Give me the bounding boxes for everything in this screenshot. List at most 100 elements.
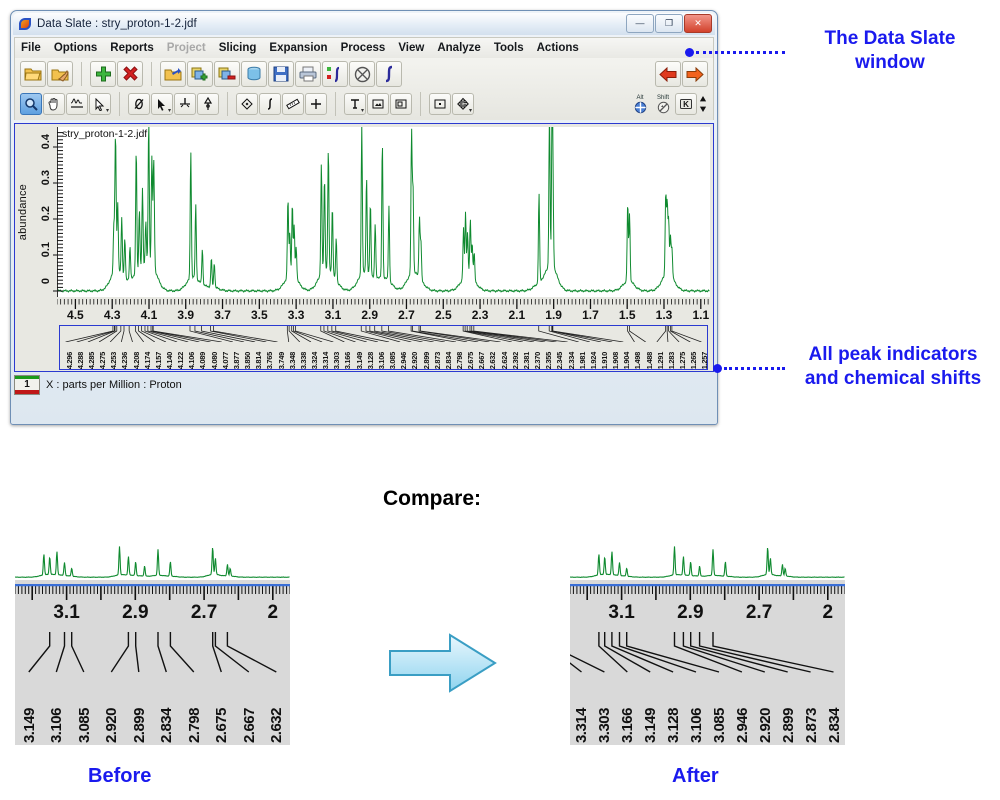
data-ops-group [158, 61, 404, 87]
delete-red-x-icon[interactable] [117, 61, 143, 87]
remove-layer-icon[interactable] [214, 61, 240, 87]
chemical-shift-label: 1.291 [655, 351, 665, 369]
peak-leader-lines [65, 326, 702, 343]
chemical-shift-label: 2.370 [533, 351, 543, 369]
menu-item-view[interactable]: View [398, 42, 424, 54]
menu-item-slicing[interactable]: Slicing [219, 42, 257, 54]
page-indicator[interactable]: 1 [14, 375, 40, 395]
chemical-shift-label: 4.208 [131, 351, 141, 369]
x-tick-label: 1.5 [618, 308, 636, 322]
chevron-down-icon: ▾ [105, 108, 109, 114]
chemical-shift-label: 4.157 [153, 351, 163, 369]
alt-modifier-icon[interactable]: Alt [629, 93, 651, 115]
select-arrow-icon[interactable]: ▾ [89, 93, 111, 115]
menu-item-process[interactable]: Process [341, 42, 386, 54]
open-folder-icon[interactable] [20, 61, 46, 87]
integral-icon[interactable] [376, 61, 402, 87]
navigation-group [653, 61, 710, 87]
zoom-magnifier-icon[interactable] [20, 93, 42, 115]
menu-item-expansion[interactable]: Expansion [269, 42, 327, 54]
menu-item-options[interactable]: Options [54, 42, 97, 54]
y-axis-tick-labels: 0 0.1 0.2 0.3 0.4 [32, 128, 52, 296]
x-tick-label: 4.1 [140, 308, 158, 322]
minimize-button[interactable]: — [626, 14, 654, 33]
add-layer-icon[interactable] [187, 61, 213, 87]
peaks-callout-line1: All peak indicators [808, 344, 978, 365]
toolbar-separator [420, 92, 421, 116]
after-ruler-label: 2 [822, 602, 834, 623]
phase-null-icon[interactable] [128, 93, 150, 115]
chemical-shift-label: 2.334 [566, 351, 576, 369]
chemical-shift-label: 4.296 [64, 351, 74, 369]
x-tick-label: 4.3 [103, 308, 121, 322]
back-arrow-icon[interactable] [655, 61, 681, 87]
before-shift-label: 2.899 [130, 707, 148, 743]
after-shift-label: 3.106 [688, 707, 706, 743]
menu-item-file[interactable]: File [21, 42, 41, 54]
peak-indicator-box[interactable]: 4.296 4.288 4.285 4.275 4.253 4.236 4.208 4.174… [59, 325, 708, 370]
menu-item-actions[interactable]: Actions [537, 42, 579, 54]
x-tick-label: 2.7 [398, 308, 415, 322]
move-handles-icon[interactable]: ▾ [452, 93, 474, 115]
save-floppy-icon[interactable] [268, 61, 294, 87]
chemical-shift-label: 1.488 [644, 351, 654, 369]
before-ruler-label: 2 [267, 602, 279, 623]
menu-item-tools[interactable]: Tools [494, 42, 524, 54]
add-green-plus-icon[interactable] [90, 61, 116, 87]
keyboard-toggle-icon[interactable]: K [675, 93, 697, 115]
before-spectrum [15, 540, 290, 580]
menu-item-analyze[interactable]: Analyze [437, 42, 480, 54]
toolbar-row-1 [18, 60, 710, 88]
status-text: X : parts per Million : Proton [46, 379, 182, 391]
after-shift-label: 2.899 [779, 707, 797, 743]
chemical-shift-label: 2.345 [555, 351, 565, 369]
before-panel: 3.1 2.9 2.7 2 3.149 3.106 3.085 2.920 2.899 2.83… [15, 540, 290, 745]
window-titlebar[interactable]: Data Slate : stry_proton-1-2.jdf — ❐ ✕ [13, 13, 715, 35]
text-tool-icon[interactable]: ▾ [344, 93, 366, 115]
insert-image-icon[interactable] [367, 93, 389, 115]
open-recent-pointer-icon[interactable] [47, 61, 73, 87]
trash-bin-icon[interactable] [241, 61, 267, 87]
forward-arrow-icon[interactable] [682, 61, 708, 87]
chemical-shift-label: 1.924 [588, 351, 598, 369]
peak-flag-icon[interactable] [197, 93, 219, 115]
baseline-icon[interactable] [66, 93, 88, 115]
cancel-circle-icon[interactable] [349, 61, 375, 87]
menu-item-reports[interactable]: Reports [110, 42, 153, 54]
maximize-button[interactable]: ❐ [655, 14, 683, 33]
x-tick-label: 1.7 [582, 308, 599, 322]
chemical-shift-label: 2.798 [455, 351, 464, 369]
chemical-shift-label: 3.303 [332, 351, 342, 369]
chemical-shift-label: 4.174 [142, 351, 152, 369]
y-tick-label: 0 [40, 278, 52, 285]
frame-icon[interactable] [390, 93, 412, 115]
after-panel: 3.1 2.9 2.7 2 3.314 3.303 3.166 3.149 3.128 3.10… [570, 540, 845, 745]
cursor-pointer-icon[interactable]: ▾ [151, 93, 173, 115]
pan-hand-icon[interactable] [43, 93, 65, 115]
spectrum-plot[interactable]: abundance 0 0.1 0.2 0.3 0.4 stry_proton-1-2.… [14, 86, 714, 372]
spectrum-canvas[interactable]: stry_proton-1-2.jdf [53, 86, 710, 297]
point-box-icon[interactable] [429, 93, 451, 115]
after-shift-label: 3.166 [619, 707, 637, 743]
diamond-icon[interactable] [236, 93, 258, 115]
chemical-shift-label: 3.749 [276, 351, 286, 369]
window-callout-line2: window [855, 51, 925, 73]
integral-tool-icon[interactable] [259, 93, 281, 115]
view-tools-group: ▾ [18, 93, 113, 115]
integral-curve-icon[interactable] [322, 61, 348, 87]
chemical-shift-label: 3.106 [376, 351, 386, 369]
ruler-icon[interactable] [282, 93, 304, 115]
close-button[interactable]: ✕ [684, 14, 712, 33]
print-icon[interactable] [295, 61, 321, 87]
crosshair-plus-icon[interactable] [305, 93, 327, 115]
peak-pick-icon[interactable] [174, 93, 196, 115]
shift-modifier-icon[interactable]: Shift [652, 93, 674, 115]
open-data-icon[interactable] [160, 61, 186, 87]
after-ruler-label: 2.9 [677, 602, 704, 623]
after-shift-label: 2.946 [733, 707, 751, 743]
add-delete-group [88, 61, 145, 87]
compare-heading: Compare: [383, 487, 482, 510]
before-shift-label: 3.106 [48, 707, 66, 743]
updown-spinner-icon[interactable] [698, 93, 708, 115]
chemical-shift-label: 2.920 [410, 351, 420, 369]
